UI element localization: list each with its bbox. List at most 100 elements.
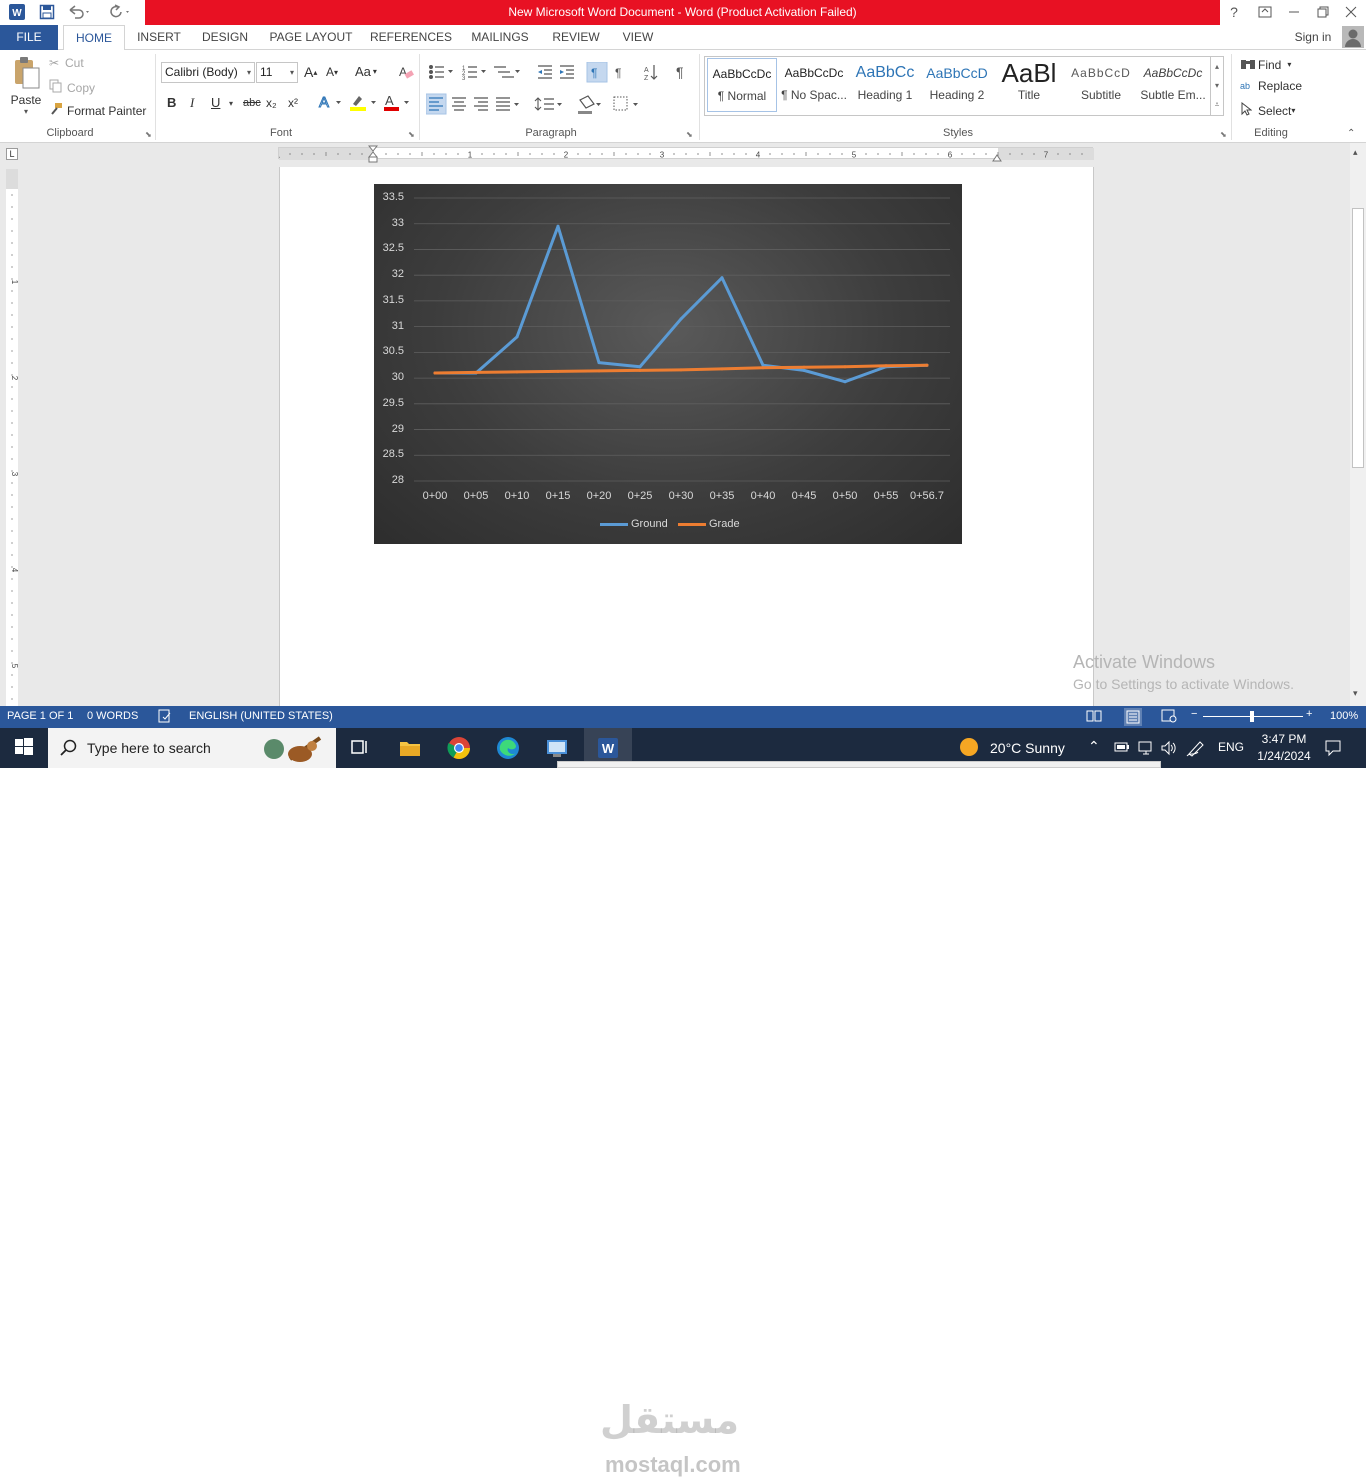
sign-in-link[interactable]: Sign in xyxy=(1290,25,1336,50)
subscript-button[interactable]: x₂ xyxy=(266,96,277,110)
shrink-font-button[interactable]: A ▾ xyxy=(326,65,338,79)
word-count[interactable]: 0 WORDS xyxy=(87,710,138,722)
pen-icon[interactable] xyxy=(1186,739,1206,760)
cut-button[interactable]: ✂ Cut xyxy=(49,56,84,70)
text-effects-button[interactable]: A xyxy=(318,93,346,111)
tab-design[interactable]: DESIGN xyxy=(197,25,253,50)
print-layout-icon[interactable] xyxy=(1124,708,1142,726)
data-point-ground[interactable] xyxy=(802,368,806,372)
avatar[interactable] xyxy=(1342,26,1364,48)
proofing-icon[interactable] xyxy=(158,709,172,726)
select-button[interactable]: Select ▾ xyxy=(1240,101,1295,119)
superscript-button[interactable]: x² xyxy=(288,96,298,110)
styles-launcher-icon[interactable]: ⬊ xyxy=(1220,130,1227,139)
weather-text[interactable]: 20°C Sunny xyxy=(990,740,1065,756)
find-button[interactable]: Find ▾ xyxy=(1240,56,1291,73)
font-color-button[interactable]: A xyxy=(383,93,413,111)
tab-review[interactable]: REVIEW xyxy=(548,25,604,50)
horizontal-ruler[interactable]: 11234567 xyxy=(276,147,1094,160)
data-point-ground[interactable] xyxy=(761,363,765,367)
data-point-grade[interactable] xyxy=(556,369,560,373)
zoom-in-button[interactable]: + xyxy=(1306,708,1312,720)
battery-icon[interactable] xyxy=(1112,740,1130,757)
tab-insert[interactable]: INSERT xyxy=(134,25,184,50)
data-point-ground[interactable] xyxy=(556,224,560,228)
restore-icon[interactable] xyxy=(1314,3,1332,21)
format-painter-button[interactable]: Format Painter xyxy=(49,102,146,119)
paste-dropdown-icon[interactable]: ▾ xyxy=(8,107,44,116)
style-heading-2[interactable]: AaBbCcD Heading 2 xyxy=(922,58,992,112)
style-heading-1[interactable]: AaBbCc Heading 1 xyxy=(850,58,920,112)
save-icon[interactable] xyxy=(36,3,58,21)
data-point-ground[interactable] xyxy=(597,361,601,365)
replace-button[interactable]: ab Replace xyxy=(1240,79,1302,93)
weather-sun-icon[interactable] xyxy=(958,736,982,760)
clear-formatting-button[interactable]: A xyxy=(397,63,415,81)
style-normal[interactable]: AaBbCcDc ¶ Normal xyxy=(707,58,777,112)
tab-references[interactable]: REFERENCES xyxy=(369,25,453,50)
data-point-grade[interactable] xyxy=(802,365,806,369)
data-point-ground[interactable] xyxy=(843,380,847,384)
paste-button[interactable]: Paste ▾ xyxy=(8,56,44,122)
font-launcher-icon[interactable]: ⬊ xyxy=(408,130,415,139)
tab-view[interactable]: VIEW xyxy=(617,25,659,50)
undo-icon[interactable] xyxy=(64,3,94,21)
paragraph-launcher-icon[interactable]: ⬊ xyxy=(686,130,693,139)
help-button[interactable]: ? xyxy=(1226,3,1242,21)
read-mode-icon[interactable] xyxy=(1086,709,1102,726)
data-point-grade[interactable] xyxy=(884,364,888,368)
minimize-icon[interactable] xyxy=(1285,3,1303,21)
data-point-grade[interactable] xyxy=(597,369,601,373)
data-point-ground[interactable] xyxy=(679,317,683,321)
data-point-grade[interactable] xyxy=(515,370,519,374)
style-subtle-emphasis[interactable]: AaBbCcDc Subtle Em... xyxy=(1138,58,1208,112)
notifications-icon[interactable] xyxy=(1324,739,1342,760)
data-point-grade[interactable] xyxy=(679,368,683,372)
windows-start-icon[interactable] xyxy=(13,736,37,760)
data-point-grade[interactable] xyxy=(638,368,642,372)
right-indent-marker-icon[interactable] xyxy=(992,151,1002,162)
highlight-color-button[interactable] xyxy=(349,93,379,111)
tab-mailings[interactable]: MAILINGS xyxy=(466,25,534,50)
control-panel-icon[interactable] xyxy=(545,736,569,760)
word-app-icon[interactable]: W xyxy=(6,3,28,21)
data-point-ground[interactable] xyxy=(515,335,519,339)
data-point-ground[interactable] xyxy=(638,365,642,369)
vertical-ruler[interactable]: 1 2 3 4 5 xyxy=(6,169,19,706)
redo-icon[interactable] xyxy=(104,3,134,21)
ribbon-display-options-icon[interactable] xyxy=(1256,3,1274,21)
clock-time[interactable]: 3:47 PM xyxy=(1259,732,1309,746)
font-size-select[interactable]: 11 ▾ xyxy=(256,62,298,83)
bold-button[interactable]: B xyxy=(167,95,176,110)
copy-button[interactable]: Copy xyxy=(49,79,95,96)
underline-button[interactable]: U xyxy=(211,95,220,110)
paragraph-tools-icons[interactable]: 123 ¶ ¶ AZ ¶ xyxy=(426,62,696,122)
grow-font-button[interactable]: A ▴ xyxy=(304,64,317,80)
style-subtitle[interactable]: AaBbCcD Subtitle xyxy=(1066,58,1136,112)
clock-date[interactable]: 1/24/2024 xyxy=(1253,749,1315,763)
scroll-down-icon[interactable]: ▾ xyxy=(1353,688,1358,699)
strikethrough-button[interactable]: abc xyxy=(243,97,261,109)
tab-file[interactable]: FILE xyxy=(0,25,58,50)
underline-dropdown-icon[interactable]: ▾ xyxy=(229,99,233,108)
task-view-icon[interactable] xyxy=(349,736,373,760)
change-case-button[interactable]: Aa ▾ xyxy=(355,64,377,79)
network-icon[interactable] xyxy=(1137,740,1155,759)
styles-scroll[interactable]: ▴ ▾ ⩡ xyxy=(1210,57,1223,115)
indent-marker-icon[interactable] xyxy=(367,145,379,163)
tab-page-layout[interactable]: PAGE LAYOUT xyxy=(266,25,356,50)
data-point-grade[interactable] xyxy=(925,363,929,367)
scroll-thumb[interactable] xyxy=(1352,208,1364,468)
data-point-grade[interactable] xyxy=(474,370,478,374)
clipboard-launcher-icon[interactable]: ⬊ xyxy=(145,130,152,139)
chrome-icon[interactable] xyxy=(447,736,471,760)
language-indicator[interactable]: ENGLISH (UNITED STATES) xyxy=(189,710,333,722)
tab-selector-icon[interactable]: L xyxy=(6,148,18,160)
italic-button[interactable]: I xyxy=(190,95,194,111)
data-point-grade[interactable] xyxy=(761,366,765,370)
style-no-spacing[interactable]: AaBbCcDc ¶ No Spac... xyxy=(779,58,849,112)
close-icon[interactable] xyxy=(1342,3,1360,21)
web-layout-icon[interactable] xyxy=(1161,709,1177,726)
input-language[interactable]: ENG xyxy=(1218,740,1244,754)
edge-icon[interactable] xyxy=(496,736,520,760)
